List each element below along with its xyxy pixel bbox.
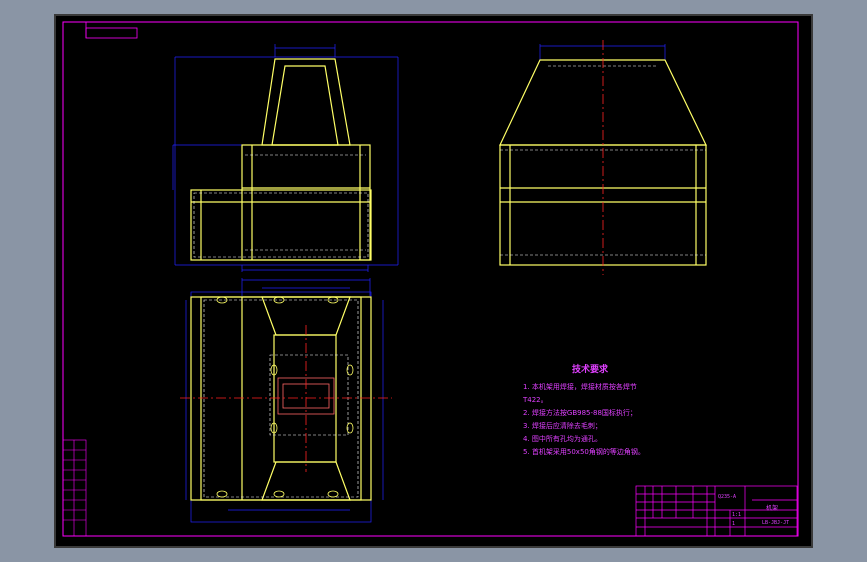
drawing-sheet bbox=[54, 14, 813, 548]
tech-requirement-2: 2. 焊接方法按GB985-88国标执行； bbox=[523, 409, 637, 417]
tech-requirement-1: 1. 本机架用焊接，焊接材质按各焊节 bbox=[523, 383, 637, 391]
cad-viewer: 技术要求 1. 本机架用焊接，焊接材质按各焊节 T422。 2. 焊接方法按GB… bbox=[0, 0, 867, 562]
tech-requirement-4: 4. 图中所有孔均为通孔。 bbox=[523, 435, 602, 443]
drawing-canvas[interactable] bbox=[0, 0, 867, 562]
part-name: 机架 bbox=[766, 505, 779, 512]
tech-requirement-1b: T422。 bbox=[523, 396, 548, 404]
drawing-number: LB-JBJ-JT bbox=[762, 520, 790, 526]
tech-requirements-title: 技术要求 bbox=[572, 365, 609, 375]
tech-requirement-3: 3. 焊接后应清除去毛刺； bbox=[523, 422, 602, 430]
tech-requirement-5: 5. 首机架采用50x50角钢的等边角钢。 bbox=[523, 448, 645, 456]
material-label: Q235-A bbox=[718, 494, 737, 500]
scale-value: 1:1 bbox=[732, 512, 742, 518]
quantity-value: 1 bbox=[732, 521, 736, 527]
